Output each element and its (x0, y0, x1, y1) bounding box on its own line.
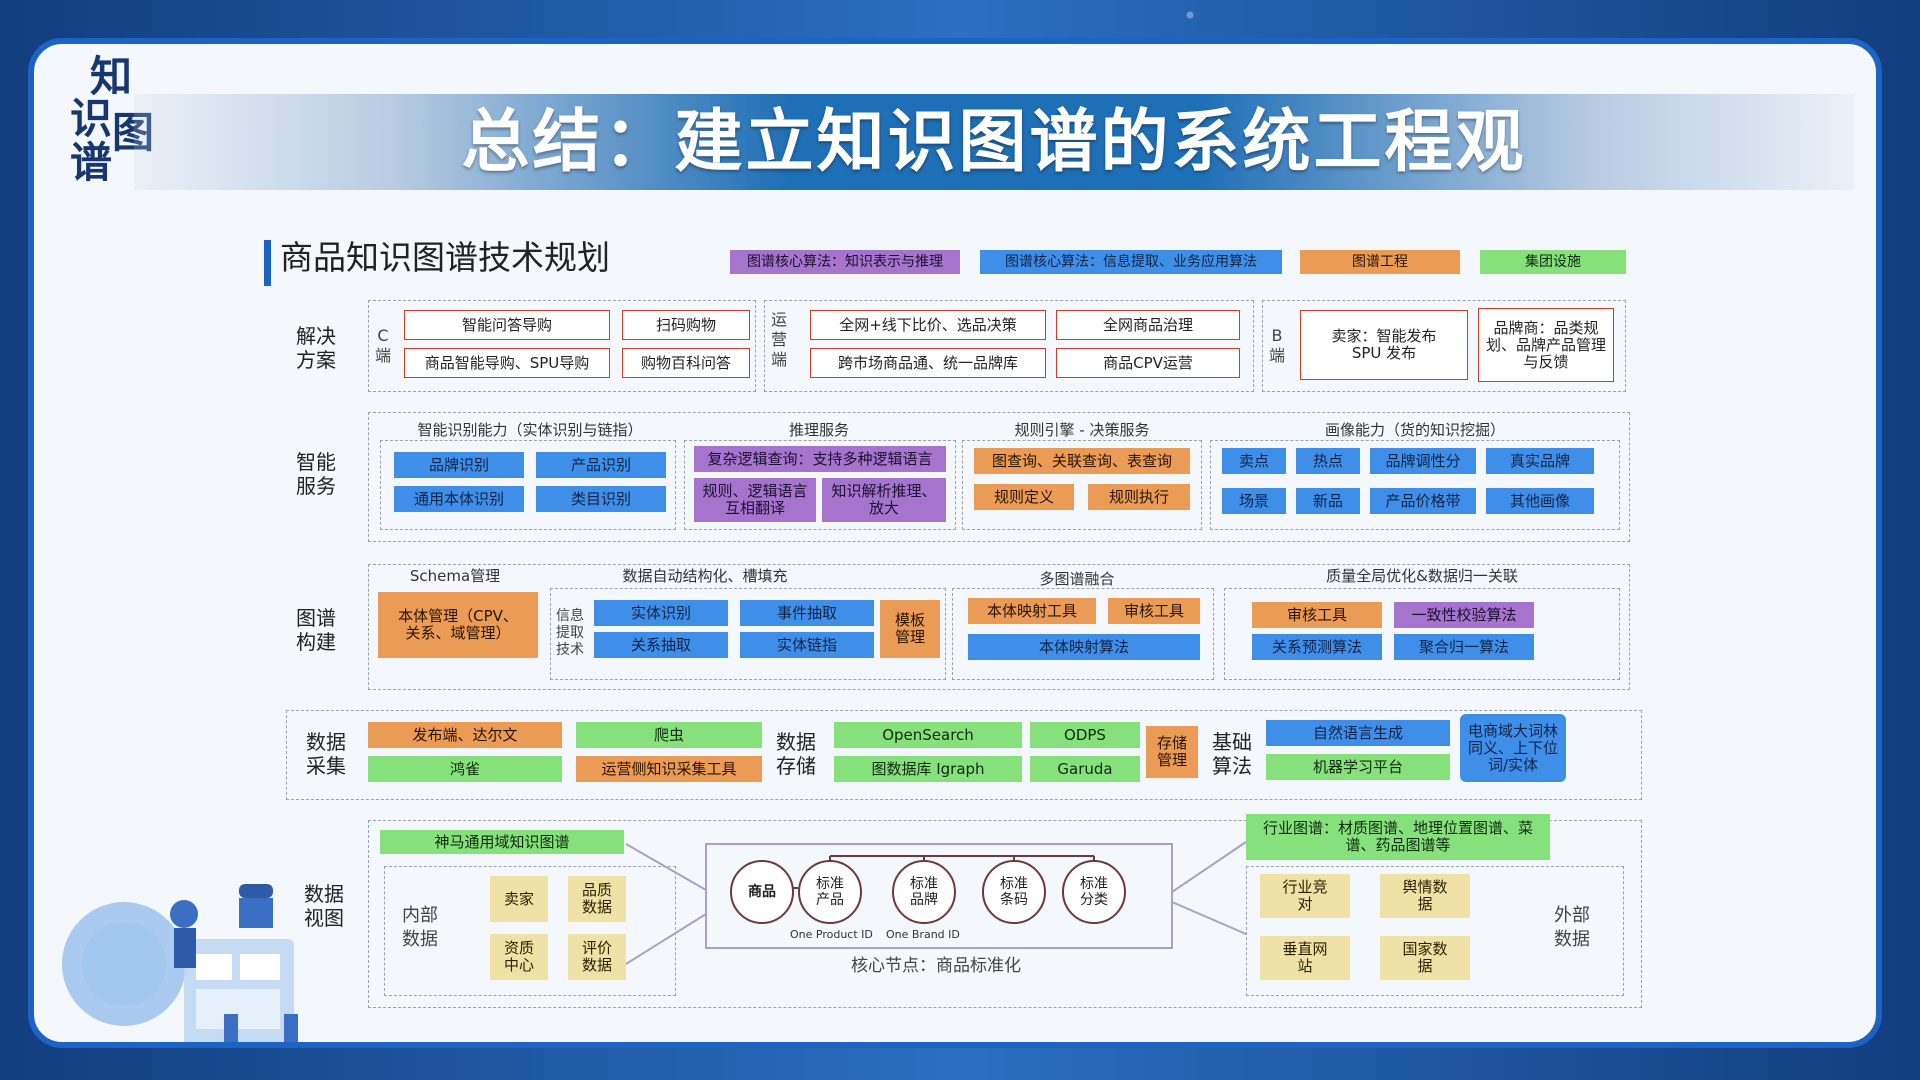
node-product: 商品 (730, 860, 794, 924)
external-vertical-sites: 垂直网站 (1260, 936, 1350, 980)
node-standard-barcode: 标准条码 (982, 860, 1046, 924)
one-brand-id-label: One Brand ID (886, 928, 960, 941)
external-data-label: 外部数据 (1554, 905, 1590, 950)
external-public-opinion: 舆情数据 (1380, 874, 1470, 918)
slide-panel: 知 识 图 谱 总结：建立知识图谱的系统工程观 商品知识图谱技术规划 图谱核心算… (28, 38, 1882, 1048)
one-product-id-label: One Product ID (790, 928, 873, 941)
node-standard-category: 标准分类 (1062, 860, 1126, 924)
node-standard-brand: 标准品牌 (892, 860, 956, 924)
industry-graph: 行业图谱：材质图谱、地理位置图谱、菜谱、药品图谱等 (1246, 814, 1550, 860)
external-national-data: 国家数据 (1380, 936, 1470, 980)
external-competitors: 行业竞对 (1260, 874, 1350, 918)
robot-illustration (62, 884, 298, 1042)
node-standard-product: 标准产品 (798, 860, 862, 924)
core-node-label: 核心节点：商品标准化 (851, 956, 1021, 976)
